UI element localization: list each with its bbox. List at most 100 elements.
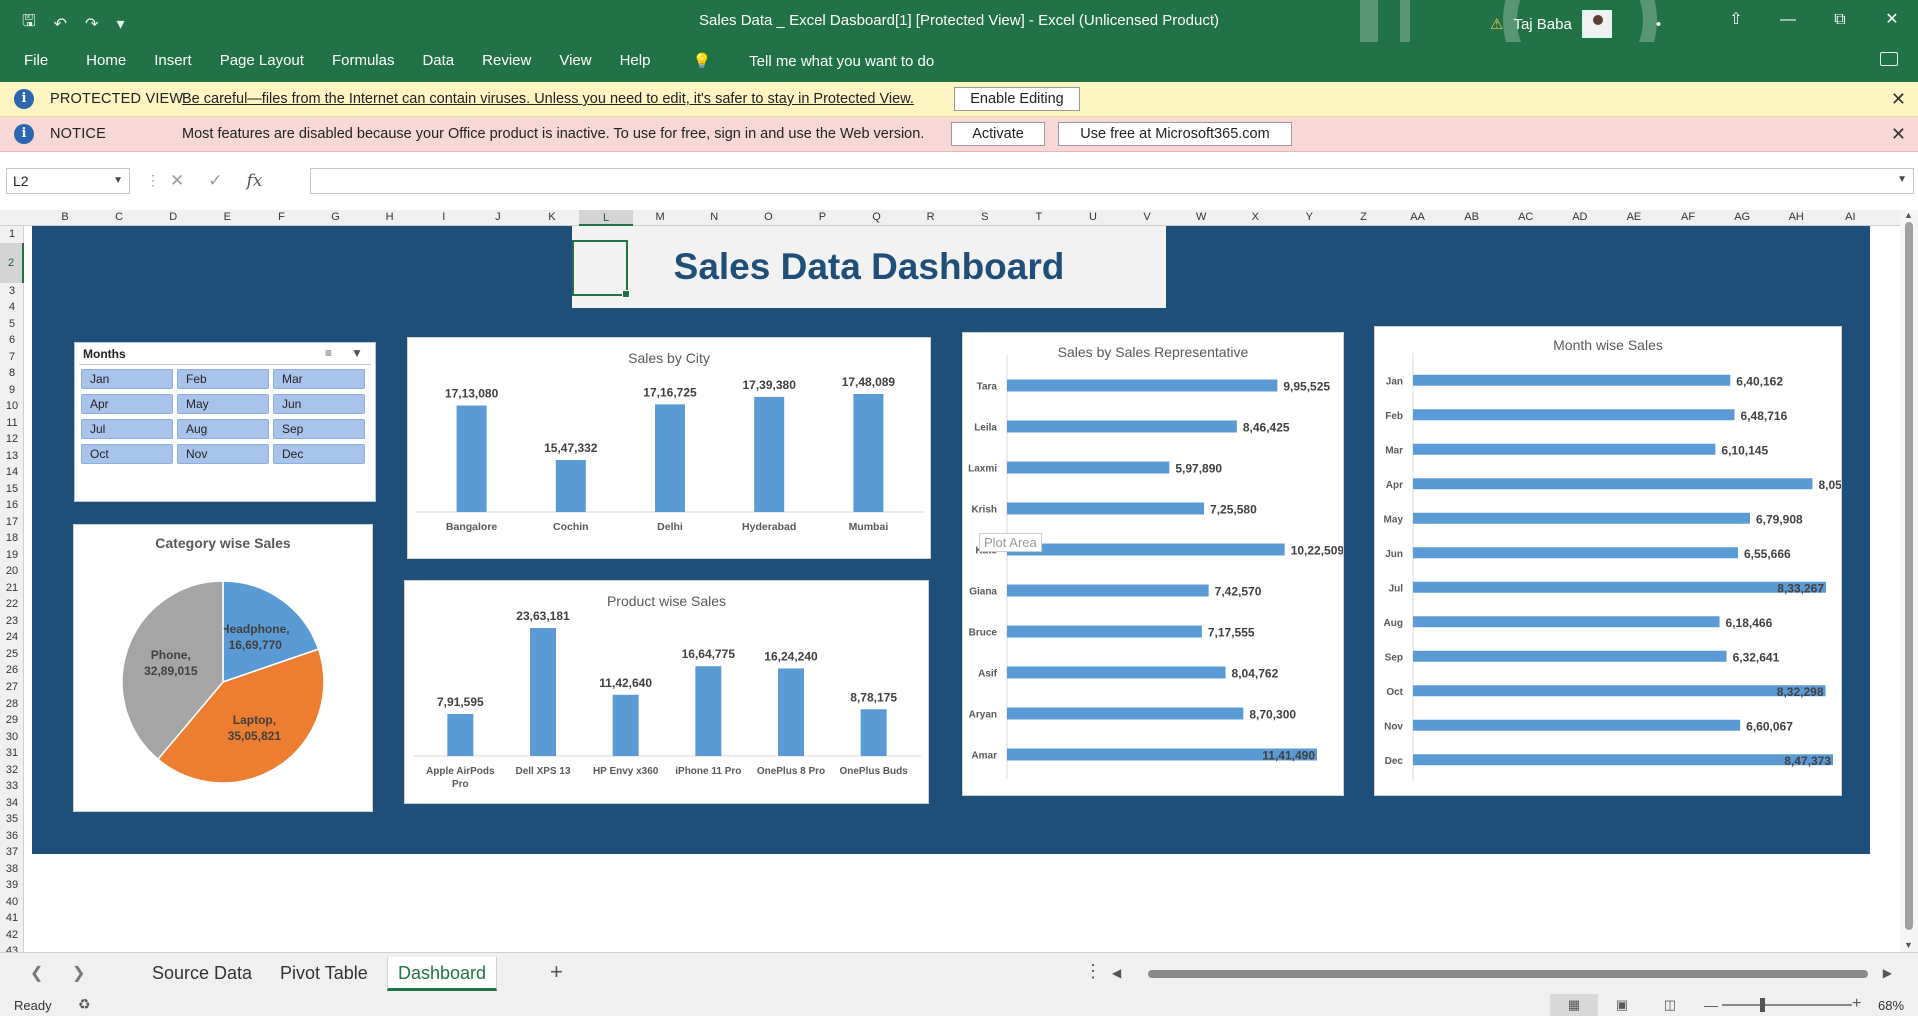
column-header[interactable]: E (200, 211, 254, 223)
use-web-button[interactable]: Use free at Microsoft365.com (1058, 122, 1292, 146)
column-header[interactable]: B (38, 211, 92, 223)
more-options-icon[interactable]: ⋮ (1084, 961, 1102, 982)
slicer-item-sep[interactable]: Sep (273, 419, 365, 439)
bar[interactable] (1413, 512, 1750, 524)
bar[interactable] (1413, 616, 1720, 628)
tab-view[interactable]: View (545, 52, 605, 70)
expand-formula-icon[interactable]: ▼ (1897, 174, 1907, 185)
column-header[interactable]: O (741, 211, 795, 223)
page-break-view-icon[interactable]: ◫ (1646, 994, 1694, 1016)
column-header[interactable]: M (633, 211, 687, 223)
row-header[interactable]: 18 (0, 530, 24, 547)
bar[interactable] (1007, 379, 1278, 392)
bar[interactable] (1413, 547, 1738, 559)
bar[interactable] (1007, 420, 1237, 433)
column-header[interactable]: AB (1445, 211, 1499, 223)
bar[interactable] (447, 714, 474, 756)
column-header[interactable]: U (1066, 211, 1120, 223)
slicer-item-aug[interactable]: Aug (177, 419, 269, 439)
formula-input[interactable]: ▼ (310, 168, 1914, 194)
column-header[interactable]: Q (850, 211, 904, 223)
row-header[interactable]: 19 (0, 547, 24, 564)
row-header[interactable]: 2 (0, 242, 24, 283)
slicer-item-mar[interactable]: Mar (273, 369, 365, 389)
month-wise-sales-chart[interactable]: Month wise Sales Jan 6,40,162 Feb 6,48,716 M… (1374, 326, 1842, 796)
bar[interactable] (860, 709, 887, 756)
dashboard-title-box[interactable]: Sales Data Dashboard (572, 226, 1166, 308)
tab-insert[interactable]: Insert (140, 52, 206, 70)
column-header[interactable]: W (1174, 211, 1228, 223)
accessibility-icon[interactable]: ♻ (78, 996, 91, 1013)
column-header[interactable]: S (958, 211, 1012, 223)
insert-function-icon[interactable]: fx (247, 171, 263, 191)
column-header[interactable]: AG (1715, 211, 1769, 223)
row-header[interactable]: 37 (0, 844, 24, 861)
enable-editing-button[interactable]: Enable Editing (954, 87, 1080, 111)
row-header[interactable]: 13 (0, 448, 24, 465)
row-header[interactable]: 23 (0, 613, 24, 630)
bar[interactable] (853, 394, 884, 512)
bar[interactable] (778, 668, 804, 756)
enter-icon[interactable]: ✓ (208, 171, 222, 191)
column-header[interactable]: I (417, 211, 471, 223)
row-header[interactable]: 22 (0, 596, 24, 613)
cancel-icon[interactable]: ✕ (170, 171, 184, 191)
tab-help[interactable]: Help (606, 52, 665, 70)
column-header[interactable]: D (146, 211, 200, 223)
slicer-item-jun[interactable]: Jun (273, 394, 365, 414)
scroll-thumb[interactable] (1905, 222, 1913, 930)
user-account[interactable]: ⚠ Taj Baba • (1490, 10, 1661, 38)
column-header[interactable]: R (904, 211, 958, 223)
column-header[interactable]: T (1012, 211, 1066, 223)
bar[interactable] (1413, 685, 1826, 697)
column-header[interactable]: G (309, 211, 363, 223)
row-header[interactable]: 8 (0, 365, 24, 382)
zoom-in-icon[interactable]: + (1852, 995, 1861, 1013)
zoom-out-icon[interactable]: — (1704, 997, 1718, 1013)
column-header[interactable]: J (471, 211, 525, 223)
normal-view-icon[interactable]: ▦ (1550, 994, 1598, 1016)
add-sheet-icon[interactable]: + (550, 959, 563, 985)
column-header[interactable]: F (254, 211, 308, 223)
scroll-right-icon[interactable]: ▶ (1883, 966, 1892, 980)
bar[interactable] (1007, 502, 1205, 515)
bar[interactable] (1007, 625, 1202, 638)
sheet-tab-source-data[interactable]: Source Data (152, 963, 252, 984)
tab-data[interactable]: Data (408, 52, 468, 70)
bar[interactable] (1007, 543, 1285, 556)
zoom-slider[interactable] (1722, 1004, 1852, 1006)
avatar[interactable] (1581, 10, 1612, 38)
tab-page-layout[interactable]: Page Layout (206, 52, 318, 70)
row-header[interactable]: 6 (0, 332, 24, 349)
bar[interactable] (1413, 443, 1716, 455)
minimize-icon[interactable]: — (1762, 0, 1814, 42)
bar[interactable] (555, 460, 586, 512)
row-header[interactable]: 7 (0, 349, 24, 366)
prev-sheet-icon[interactable]: ❮ (30, 963, 43, 983)
row-header[interactable]: 21 (0, 580, 24, 597)
row-header[interactable]: 32 (0, 762, 24, 779)
tell-me-search[interactable]: 💡 Tell me what you want to do (664, 52, 962, 71)
row-header[interactable]: 3 (0, 283, 24, 300)
row-header[interactable]: 41 (0, 910, 24, 927)
bar[interactable] (612, 694, 639, 756)
column-header[interactable]: C (92, 211, 146, 223)
slicer-item-jan[interactable]: Jan (81, 369, 173, 389)
zoom-level[interactable]: 68% (1878, 998, 1904, 1013)
bar[interactable] (1007, 666, 1226, 679)
bar[interactable] (1007, 584, 1209, 597)
restore-icon[interactable]: ⧉ (1814, 0, 1866, 42)
row-header[interactable]: 14 (0, 464, 24, 481)
row-header[interactable]: 10 (0, 398, 24, 415)
slicer-item-nov[interactable]: Nov (177, 444, 269, 464)
column-header[interactable]: AH (1769, 211, 1823, 223)
slicer-item-feb[interactable]: Feb (177, 369, 269, 389)
close-window-icon[interactable]: ✕ (1866, 0, 1918, 42)
tab-file[interactable]: File (0, 52, 72, 70)
row-header[interactable]: 29 (0, 712, 24, 729)
protected-view-message[interactable]: Be careful—files from the Internet can c… (182, 91, 914, 107)
scroll-up-icon[interactable]: ▲ (1904, 210, 1913, 220)
row-header[interactable]: 28 (0, 696, 24, 713)
row-header[interactable]: 31 (0, 745, 24, 762)
horizontal-scrollbar[interactable]: ◀ ▶ (1112, 966, 1892, 982)
